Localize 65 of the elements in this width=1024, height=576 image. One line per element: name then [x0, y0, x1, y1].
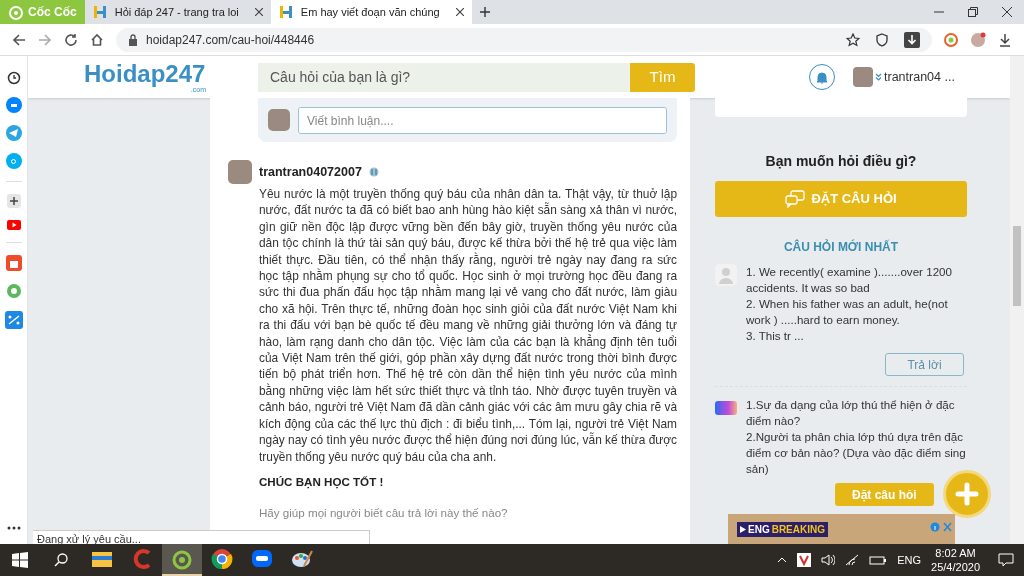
- profile-icon[interactable]: [970, 31, 986, 48]
- windows-start-icon[interactable]: [12, 552, 28, 568]
- chevron-down-icon[interactable]: [875, 73, 882, 81]
- avatar-placeholder: [268, 109, 290, 131]
- discount-tag-icon[interactable]: [4, 311, 23, 329]
- username-link[interactable]: trantran04 ...: [884, 67, 955, 87]
- feedback-prompt: Hãy giúp mọi người biết câu trả lời này thế nào?: [259, 506, 509, 520]
- shield-icon[interactable]: [876, 32, 888, 47]
- avatar-placeholder: [228, 160, 252, 184]
- download-icon[interactable]: [904, 31, 920, 48]
- answer-text: Yêu nước là một truyền thống quý báu của nhân dân ta. Thật vậy, từ thuở lập nước, đất nước ta đã có biết bao anh hùng hào kiệt sẵn sàng xả thân vì nước, gìn giữ nền độc lập được vững bền đến bây giờ, truyền thống yêu nước của dân tộc chính là thứ tài sản quý báu, được kế thừa bởi thế hệ trẻ qua việc làm thiết thực. Đầu tiên, có thể nhận thấy rằng, người trẻ ngày nay đang ra sức học tập nhằm phụng sự cho tổ quốc. Học sinh ở mọi trường học đều đang ra sức thi đua phấn đấu học tập nhằm mang lại vẻ vang cho đất nước, làm giàu cho xã hội. Trên thực tế, những đoàn học sinh giỏi của đất nước Việt Nam khi ra thi đấu với bạn bè quốc tế đều mang về những giải thưởng lớn và đáng tự hào, làm rạng danh cho dân tộc. Việc làm của các bạn là khẳng định tên tuổi của Việt Nam trên thế giới, góp phần xây dựng đất nước trong thời bình được tiến bộ phát triển hơn. Thế hệ trẻ còn dần thể hiện tình yêu nước của mình bằng những việc làm hết sức thiết thực và tỉnh táo. Nhờ được tuyên truyền và cảnh báo, người trẻ Việt Nam đã dần cảnh giác với các âm mưu gây chia rẽ và kích động của các thế lực thù địch : đi biểu tình,... Tóm lại, người trẻ Việt Nam ngày nay có tình yêu nước được thể hiện đúng nơi đúng lúc, vẫn kế thừa được truyền thống yêu nước quý báu của cha anh.: [259, 186, 677, 465]
- downloads-icon[interactable]: [998, 32, 1012, 47]
- site-favicon-icon: [278, 5, 293, 19]
- lock-icon: [128, 33, 138, 46]
- section-title: CÂU HỎI MỚI NHẤT: [782, 238, 900, 256]
- wifi-icon[interactable]: [845, 554, 860, 566]
- home-icon[interactable]: [90, 32, 104, 47]
- palette-icon[interactable]: [291, 548, 313, 570]
- sidebar-heading: Bạn muốn hỏi điều gì?: [764, 152, 918, 171]
- plus-icon: [955, 482, 979, 506]
- site-favicon-icon: [92, 5, 107, 19]
- language-indicator[interactable]: ENG: [897, 551, 922, 569]
- chrome-icon[interactable]: [211, 548, 233, 570]
- user-avatar-icon: [715, 264, 737, 286]
- volume-icon[interactable]: [821, 554, 836, 566]
- restore-icon[interactable]: [968, 7, 978, 17]
- chat-question-icon: [785, 190, 806, 208]
- browser-tab[interactable]: Em hay viết đoạn văn chúng: [270, 0, 472, 24]
- tab-title: Em hay viết đoạn văn chúng: [300, 4, 440, 20]
- close-icon[interactable]: [1002, 7, 1012, 17]
- antivirus-icon[interactable]: [797, 553, 812, 567]
- clock[interactable]: 8:02 AM 25/4/2020: [931, 546, 980, 574]
- chevron-up-icon[interactable]: [777, 557, 788, 563]
- reload-icon[interactable]: [64, 32, 78, 47]
- search-icon[interactable]: [54, 553, 68, 567]
- question-link[interactable]: 1. We recently( examine ).......over 1200 accidents. It was so bad 2. When his father was an adult, he(not work ) .....hard to earn money. 3. This tr ...: [746, 264, 967, 344]
- more-icon[interactable]: [6, 526, 21, 530]
- new-tab-icon[interactable]: [479, 7, 490, 17]
- tab-title: Hỏi đáp 247 - trang tra loi: [114, 4, 239, 20]
- scrollbar-thumb[interactable]: [1013, 226, 1021, 306]
- notification-icon[interactable]: [998, 553, 1014, 567]
- closing-text: CHÚC BẠN HỌC TỐT !: [259, 473, 385, 491]
- tag-text: ENG: [748, 523, 770, 537]
- search-field[interactable]: Câu hỏi của bạn là gì?: [258, 62, 630, 92]
- extension-icon[interactable]: [944, 32, 958, 47]
- avatar-placeholder: [853, 67, 873, 87]
- youtube-icon[interactable]: [6, 220, 21, 230]
- chat-bubble-icon[interactable]: [251, 548, 273, 570]
- add-icon[interactable]: [6, 194, 21, 208]
- back-icon[interactable]: [12, 32, 26, 47]
- tag-highlight-text: BREAKING: [771, 523, 825, 537]
- bell-icon: [816, 70, 828, 84]
- tab-close-icon[interactable]: [455, 8, 464, 16]
- history-icon[interactable]: [6, 71, 21, 85]
- tab-close-icon[interactable]: [254, 8, 263, 16]
- shopping-bag-icon[interactable]: [5, 255, 22, 271]
- rank-badge-icon: [368, 166, 379, 178]
- question-link[interactable]: 1.Sự đa dạng của lớp thú thể hiện ở đặc điểm nào? 2.Người ta phân chia lớp thú dựa trên đặc điểm cơ bản nào? (Dựa vào đặc điểm sing sản): [746, 397, 967, 477]
- comment-field[interactable]: Viết bình luận....: [298, 106, 667, 134]
- address-field[interactable]: hoidap247.com/cau-hoi/448446: [116, 27, 932, 52]
- battery-icon[interactable]: [869, 555, 888, 565]
- star-icon[interactable]: [846, 32, 860, 47]
- folder-icon[interactable]: [91, 550, 113, 568]
- play-icon: [740, 526, 746, 533]
- author-name[interactable]: trantran04072007: [259, 162, 362, 182]
